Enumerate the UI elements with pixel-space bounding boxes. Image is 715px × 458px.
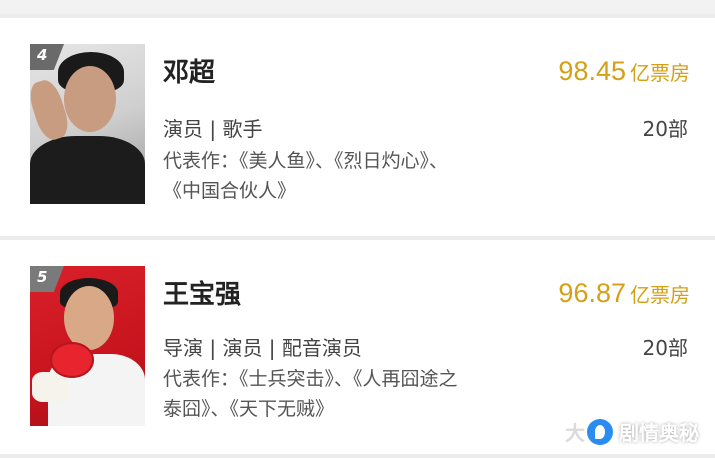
representative-works: 代表作：《美人鱼》、《烈日灼心》、 《中国合伙人》 bbox=[163, 146, 583, 206]
rank-badge: 5 bbox=[30, 266, 64, 292]
divider bbox=[0, 454, 715, 458]
box-office: 96.87 亿票房 bbox=[558, 278, 690, 309]
rank-number: 5 bbox=[37, 268, 48, 286]
film-count: 20部 bbox=[642, 336, 688, 360]
portrait-head bbox=[64, 286, 114, 350]
watermark-ghost-text: 大 bbox=[565, 421, 585, 445]
works-line: 《中国合伙人》 bbox=[163, 180, 297, 202]
box-office-value: 98.45 bbox=[558, 56, 626, 86]
works-line: 代表作：《士兵突击》、《人再囧途之 bbox=[163, 368, 458, 390]
watermark: 大 剧情奥秘 bbox=[565, 417, 699, 446]
ranking-card[interactable]: 4 邓超 98.45 亿票房 演员 | 歌手 20部 代表作：《美人鱼》、《烈日灼… bbox=[0, 18, 715, 236]
actor-photo[interactable]: 5 bbox=[30, 266, 145, 426]
actor-roles: 演员 | 歌手 bbox=[163, 117, 263, 141]
representative-works: 代表作：《士兵突击》、《人再囧途之 泰囧》、《天下无贼》 bbox=[163, 364, 583, 424]
brand-logo-icon bbox=[587, 418, 613, 445]
actor-photo[interactable]: 4 bbox=[30, 44, 145, 204]
works-line: 泰囧》、《天下无贼》 bbox=[163, 398, 335, 420]
portrait-boxing-glove bbox=[50, 342, 94, 378]
box-office-unit: 亿票房 bbox=[630, 61, 690, 85]
actor-name[interactable]: 王宝强 bbox=[163, 274, 241, 311]
ranking-list: 4 邓超 98.45 亿票房 演员 | 歌手 20部 代表作：《美人鱼》、《烈日灼… bbox=[0, 0, 715, 458]
box-office: 98.45 亿票房 bbox=[558, 56, 690, 87]
portrait-head bbox=[64, 66, 116, 132]
works-line: 代表作：《美人鱼》、《烈日灼心》、 bbox=[163, 150, 449, 172]
film-count: 20部 bbox=[642, 117, 688, 141]
portrait-body bbox=[30, 136, 145, 204]
actor-name[interactable]: 邓超 bbox=[163, 52, 215, 89]
watermark-brand: 剧情奥秘 bbox=[619, 421, 699, 445]
actor-roles: 导演 | 演员 | 配音演员 bbox=[163, 336, 362, 360]
box-office-value: 96.87 bbox=[558, 278, 626, 308]
box-office-unit: 亿票房 bbox=[630, 283, 690, 307]
rank-number: 4 bbox=[37, 46, 48, 64]
